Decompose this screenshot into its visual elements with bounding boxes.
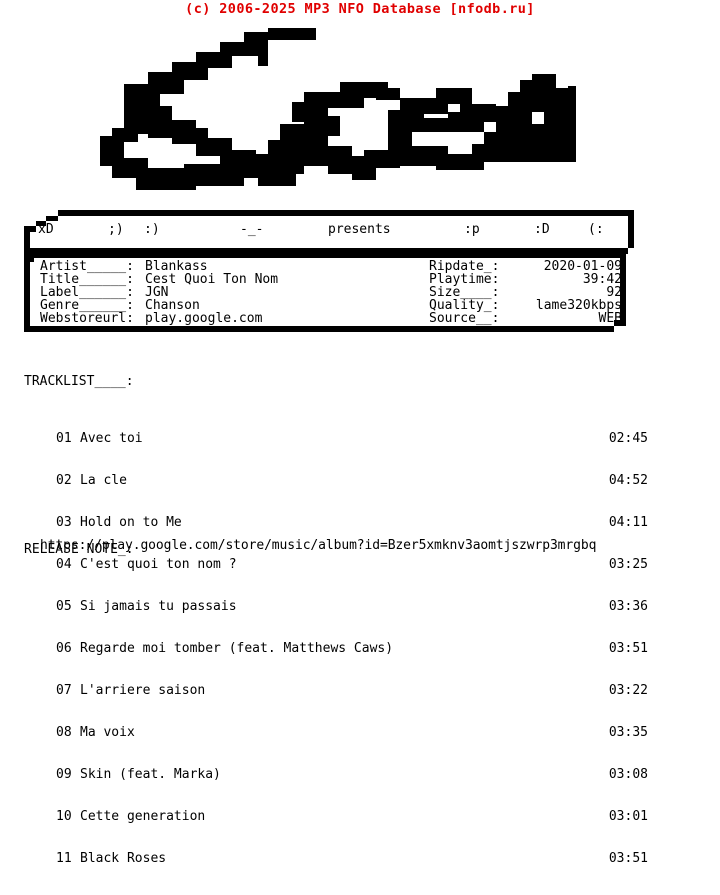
track-row: 02 La cle 04:52 xyxy=(24,473,648,488)
box2-left-border xyxy=(24,252,30,332)
release-note-url[interactable]: https://play.google.com/store/music/albu… xyxy=(40,538,596,553)
track-title: Hold on to Me xyxy=(80,515,182,530)
banner-slot-grin: :D xyxy=(534,222,550,237)
webstoreurl-value: play.google.com xyxy=(145,311,263,326)
release-info-grid: Artist_____: Blankass Ripdate_: 2020-01-… xyxy=(40,260,622,326)
track-number: 01 xyxy=(56,431,72,446)
info-row-webstoreurl: Webstoreurl: play.google.com Source__: W… xyxy=(40,312,622,325)
track-duration: 03:35 xyxy=(608,725,648,740)
track-title: Si jamais tu passais xyxy=(80,599,237,614)
source-label: Source__: xyxy=(429,311,500,326)
track-number: 05 xyxy=(56,599,72,614)
tracklist-heading: TRACKLIST____: xyxy=(24,374,134,389)
track-row: 05 Si jamais tu passais 03:36 xyxy=(24,599,648,614)
sceau-logo xyxy=(98,28,576,192)
track-row: 01 Avec toi 02:45 xyxy=(24,431,648,446)
track-duration: 04:11 xyxy=(608,515,648,530)
track-title: La cle xyxy=(80,473,127,488)
source-value: WEB xyxy=(598,311,622,326)
track-row: 10 Cette generation 03:01 xyxy=(24,809,648,824)
banner-presents-label: presents xyxy=(328,222,391,237)
track-number: 02 xyxy=(56,473,72,488)
track-duration: 03:01 xyxy=(608,809,648,824)
banner-slot-smile: :) xyxy=(144,222,160,237)
banner-slot-wink: ;) xyxy=(108,222,124,237)
track-title: Avec toi xyxy=(80,431,143,446)
webstoreurl-label: Webstoreurl: xyxy=(40,311,134,326)
banner-slot-tongue: :p xyxy=(464,222,480,237)
track-title: Cette generation xyxy=(80,809,206,824)
track-row: 07 L'arriere saison 03:22 xyxy=(24,683,648,698)
track-duration: 02:45 xyxy=(608,431,648,446)
banner-slot-reverse-smile: (: xyxy=(588,222,604,237)
track-row: 06 Regarde moi tomber (feat. Matthews Ca… xyxy=(24,641,648,656)
track-number: 07 xyxy=(56,683,72,698)
track-title: Black Roses xyxy=(80,851,167,866)
box1-right-border xyxy=(628,216,634,248)
banner-slot-neutral: -_- xyxy=(240,222,264,237)
track-title: L'arriere saison xyxy=(80,683,206,698)
copyright-line: (c) 2006-2025 MP3 NFO Database [nfodb.ru… xyxy=(185,1,535,17)
release-info-box: Artist_____: Blankass Ripdate_: 2020-01-… xyxy=(24,252,626,332)
track-number: 10 xyxy=(56,809,72,824)
track-duration: 03:22 xyxy=(608,683,648,698)
track-title: Skin (feat. Marka) xyxy=(80,767,221,782)
track-row: 09 Skin (feat. Marka) 03:08 xyxy=(24,767,648,782)
track-number: 08 xyxy=(56,725,72,740)
track-duration: 03:36 xyxy=(608,599,648,614)
box2-left-inner-dot xyxy=(30,258,34,262)
box1-left-inner-border xyxy=(30,226,36,232)
track-duration: 03:08 xyxy=(608,767,648,782)
track-number: 06 xyxy=(56,641,72,656)
track-duration: 03:25 xyxy=(608,557,648,572)
presents-banner-box: xD ;) :) -_- presents :p :D (: xyxy=(24,210,634,254)
track-title: Ma voix xyxy=(80,725,135,740)
banner-slot-xd: xD xyxy=(38,222,54,237)
box2-top-border xyxy=(30,252,626,258)
track-title: Regarde moi tomber (feat. Matthews Caws) xyxy=(80,641,394,656)
banner-emoticon-row: xD ;) :) -_- presents :p :D (: xyxy=(38,218,628,242)
track-duration: 03:51 xyxy=(608,851,648,866)
box1-top-border xyxy=(58,210,634,216)
track-number: 09 xyxy=(56,767,72,782)
track-row: 11 Black Roses 03:51 xyxy=(24,851,648,866)
track-duration: 03:51 xyxy=(608,641,648,656)
track-number: 11 xyxy=(56,851,72,866)
nfo-page: (c) 2006-2025 MP3 NFO Database [nfodb.ru… xyxy=(0,0,720,865)
track-row: 08 Ma voix 03:35 xyxy=(24,725,648,740)
track-duration: 04:52 xyxy=(608,473,648,488)
tracklist-section: TRACKLIST____: 01 Avec toi 02:45 02 La c… xyxy=(24,346,648,895)
track-title: C'est quoi ton nom ? xyxy=(80,557,237,572)
box2-bottom-border xyxy=(24,326,614,332)
